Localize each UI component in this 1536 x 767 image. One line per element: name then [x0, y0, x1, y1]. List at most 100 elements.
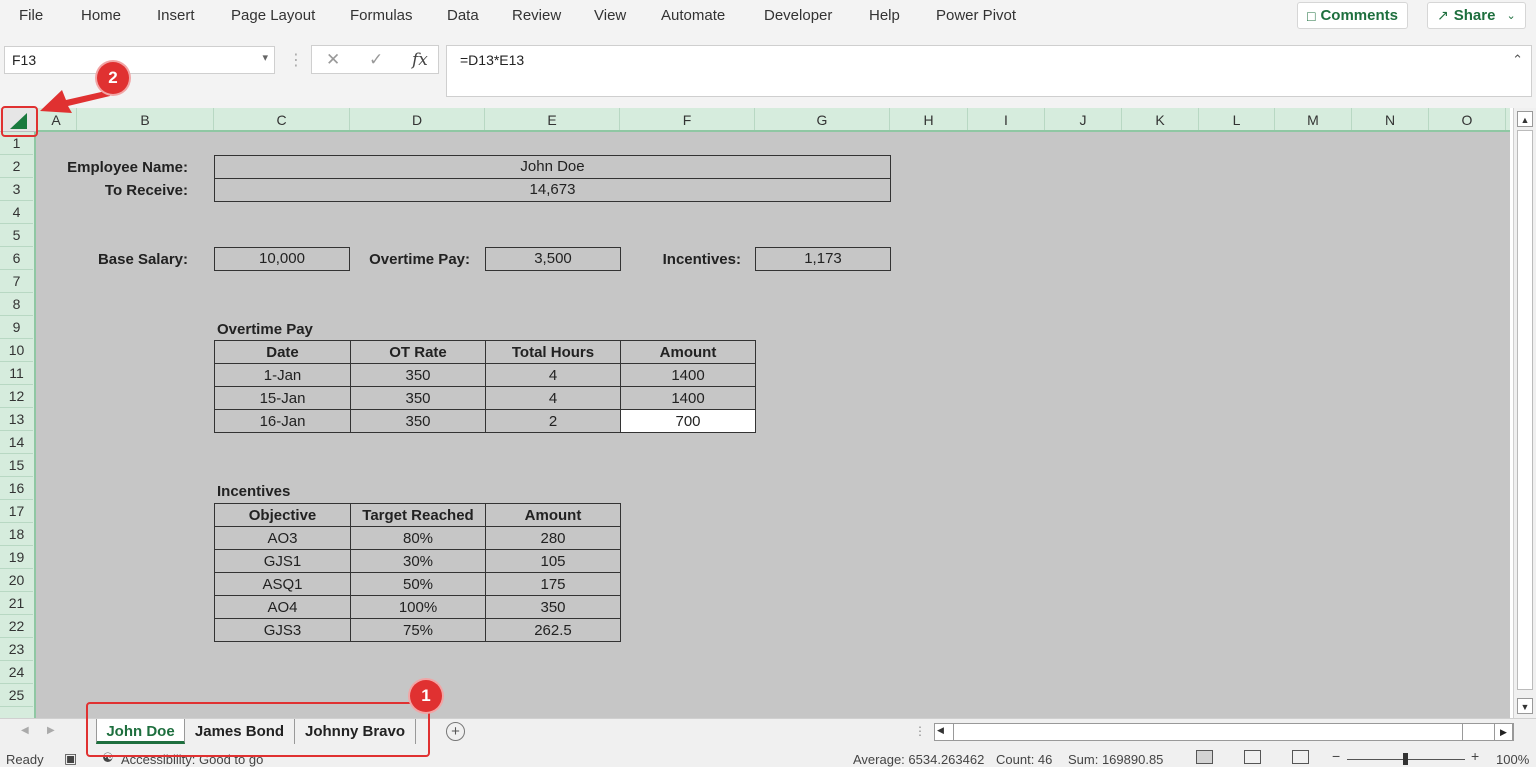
scroll-right-icon[interactable]: ▶ — [1494, 723, 1513, 741]
status-average[interactable]: Average: 6534.263462 — [853, 752, 984, 767]
menu-review[interactable]: Review — [512, 7, 561, 24]
row-header[interactable]: 9 — [0, 316, 33, 339]
header-objective[interactable]: Objective — [214, 503, 351, 527]
column-header-k[interactable]: K — [1122, 108, 1199, 130]
menu-home[interactable]: Home — [81, 7, 121, 24]
row-header[interactable]: 3 — [0, 178, 33, 201]
zoom-level[interactable]: 100% — [1496, 752, 1529, 767]
row-header[interactable]: 14 — [0, 431, 33, 454]
column-header-m[interactable]: M — [1275, 108, 1352, 130]
header-total-hours[interactable]: Total Hours — [485, 340, 621, 364]
column-header-g[interactable]: G — [755, 108, 890, 130]
row-header[interactable]: 8 — [0, 293, 33, 316]
row-header[interactable]: 11 — [0, 362, 33, 385]
header-date[interactable]: Date — [214, 340, 351, 364]
column-header-n[interactable]: N — [1352, 108, 1429, 130]
table-cell[interactable]: 1400 — [620, 363, 756, 387]
row-header[interactable]: 7 — [0, 270, 33, 293]
table-cell[interactable]: 1-Jan — [214, 363, 351, 387]
column-header-o[interactable]: O — [1429, 108, 1506, 130]
page-layout-view-icon[interactable] — [1244, 750, 1261, 764]
header-target-reached[interactable]: Target Reached — [350, 503, 486, 527]
horizontal-scrollbar[interactable]: ◀ — [934, 723, 1514, 741]
table-cell[interactable]: 15-Jan — [214, 386, 351, 410]
row-header[interactable]: 15 — [0, 454, 33, 477]
menu-automate[interactable]: Automate — [661, 7, 725, 24]
row-header[interactable]: 12 — [0, 385, 33, 408]
check-icon[interactable]: ✓ — [369, 50, 383, 70]
row-header[interactable]: 24 — [0, 661, 33, 684]
table-cell[interactable]: 1400 — [620, 386, 756, 410]
table-cell[interactable]: 350 — [350, 363, 486, 387]
table-cell[interactable]: 350 — [485, 595, 621, 619]
row-header[interactable]: 2 — [0, 155, 33, 178]
menu-power-pivot[interactable]: Power Pivot — [936, 7, 1016, 24]
column-header-d[interactable]: D — [350, 108, 485, 130]
chevron-down-icon[interactable]: ▾ — [262, 51, 268, 64]
table-cell[interactable]: 350 — [350, 386, 486, 410]
row-header[interactable]: 6 — [0, 247, 33, 270]
zoom-in-icon[interactable]: + — [1471, 748, 1479, 764]
page-break-view-icon[interactable] — [1292, 750, 1309, 764]
table-cell[interactable]: GJS1 — [214, 549, 351, 573]
zoom-out-icon[interactable]: − — [1332, 748, 1340, 764]
scroll-up-icon[interactable]: ▲ — [1517, 111, 1533, 127]
column-header-i[interactable]: I — [968, 108, 1045, 130]
incentives-value[interactable]: 1,173 — [755, 247, 891, 271]
tab-scroll-right-icon[interactable]: ▶ — [47, 725, 55, 736]
add-sheet-button[interactable]: + — [446, 722, 465, 741]
table-cell[interactable]: 100% — [350, 595, 486, 619]
row-header[interactable]: 21 — [0, 592, 33, 615]
column-header-j[interactable]: J — [1045, 108, 1122, 130]
table-cell[interactable]: 50% — [350, 572, 486, 596]
status-count[interactable]: Count: 46 — [996, 752, 1052, 767]
to-receive-value[interactable]: 14,673 — [214, 178, 891, 202]
row-header[interactable]: 4 — [0, 201, 33, 224]
cancel-icon[interactable]: ✕ — [326, 50, 340, 70]
table-cell[interactable]: 30% — [350, 549, 486, 573]
horizontal-scroll-thumb[interactable] — [953, 724, 1463, 740]
overtime-pay-value[interactable]: 3,500 — [485, 247, 621, 271]
row-header[interactable]: 10 — [0, 339, 33, 362]
column-header-c[interactable]: C — [214, 108, 350, 130]
table-cell[interactable]: 4 — [485, 363, 621, 387]
row-header[interactable]: 22 — [0, 615, 33, 638]
row-header[interactable]: 25 — [0, 684, 33, 707]
employee-name-value[interactable]: John Doe — [214, 155, 891, 179]
row-header[interactable]: 13 — [0, 408, 33, 431]
table-cell[interactable]: 350 — [350, 409, 486, 433]
table-cell[interactable]: AO4 — [214, 595, 351, 619]
vertical-scrollbar[interactable]: ▲ ▼ — [1513, 108, 1536, 718]
name-box[interactable]: F13 ▾ — [4, 46, 275, 74]
table-cell[interactable]: 16-Jan — [214, 409, 351, 433]
row-header[interactable]: 19 — [0, 546, 33, 569]
row-header[interactable]: 20 — [0, 569, 33, 592]
scroll-left-icon[interactable]: ◀ — [937, 725, 944, 736]
header-amount[interactable]: Amount — [485, 503, 621, 527]
scroll-down-icon[interactable]: ▼ — [1517, 698, 1533, 714]
zoom-slider-thumb[interactable] — [1403, 753, 1408, 765]
table-cell[interactable]: 4 — [485, 386, 621, 410]
selected-cell[interactable]: 700 — [620, 409, 756, 433]
normal-view-icon[interactable] — [1196, 750, 1213, 764]
table-cell[interactable]: ASQ1 — [214, 572, 351, 596]
menu-page-layout[interactable]: Page Layout — [231, 7, 315, 24]
comments-button[interactable]: □ Comments — [1297, 2, 1408, 29]
menu-insert[interactable]: Insert — [157, 7, 195, 24]
table-cell[interactable]: 80% — [350, 526, 486, 550]
vertical-scroll-thumb[interactable] — [1517, 130, 1533, 690]
function-icon[interactable]: fx — [412, 50, 428, 70]
base-salary-value[interactable]: 10,000 — [214, 247, 350, 271]
table-cell[interactable]: 175 — [485, 572, 621, 596]
tab-scroll-left-icon[interactable]: ◀ — [21, 725, 29, 736]
drag-handle-icon[interactable]: ⋮ — [288, 50, 304, 70]
drag-handle-icon[interactable]: ⋮ — [914, 724, 926, 738]
menu-formulas[interactable]: Formulas — [350, 7, 413, 24]
menu-file[interactable]: File — [19, 7, 43, 24]
table-cell[interactable]: 280 — [485, 526, 621, 550]
header-ot-rate[interactable]: OT Rate — [350, 340, 486, 364]
row-header[interactable]: 23 — [0, 638, 33, 661]
row-header[interactable]: 17 — [0, 500, 33, 523]
column-header-l[interactable]: L — [1199, 108, 1275, 130]
table-cell[interactable]: AO3 — [214, 526, 351, 550]
